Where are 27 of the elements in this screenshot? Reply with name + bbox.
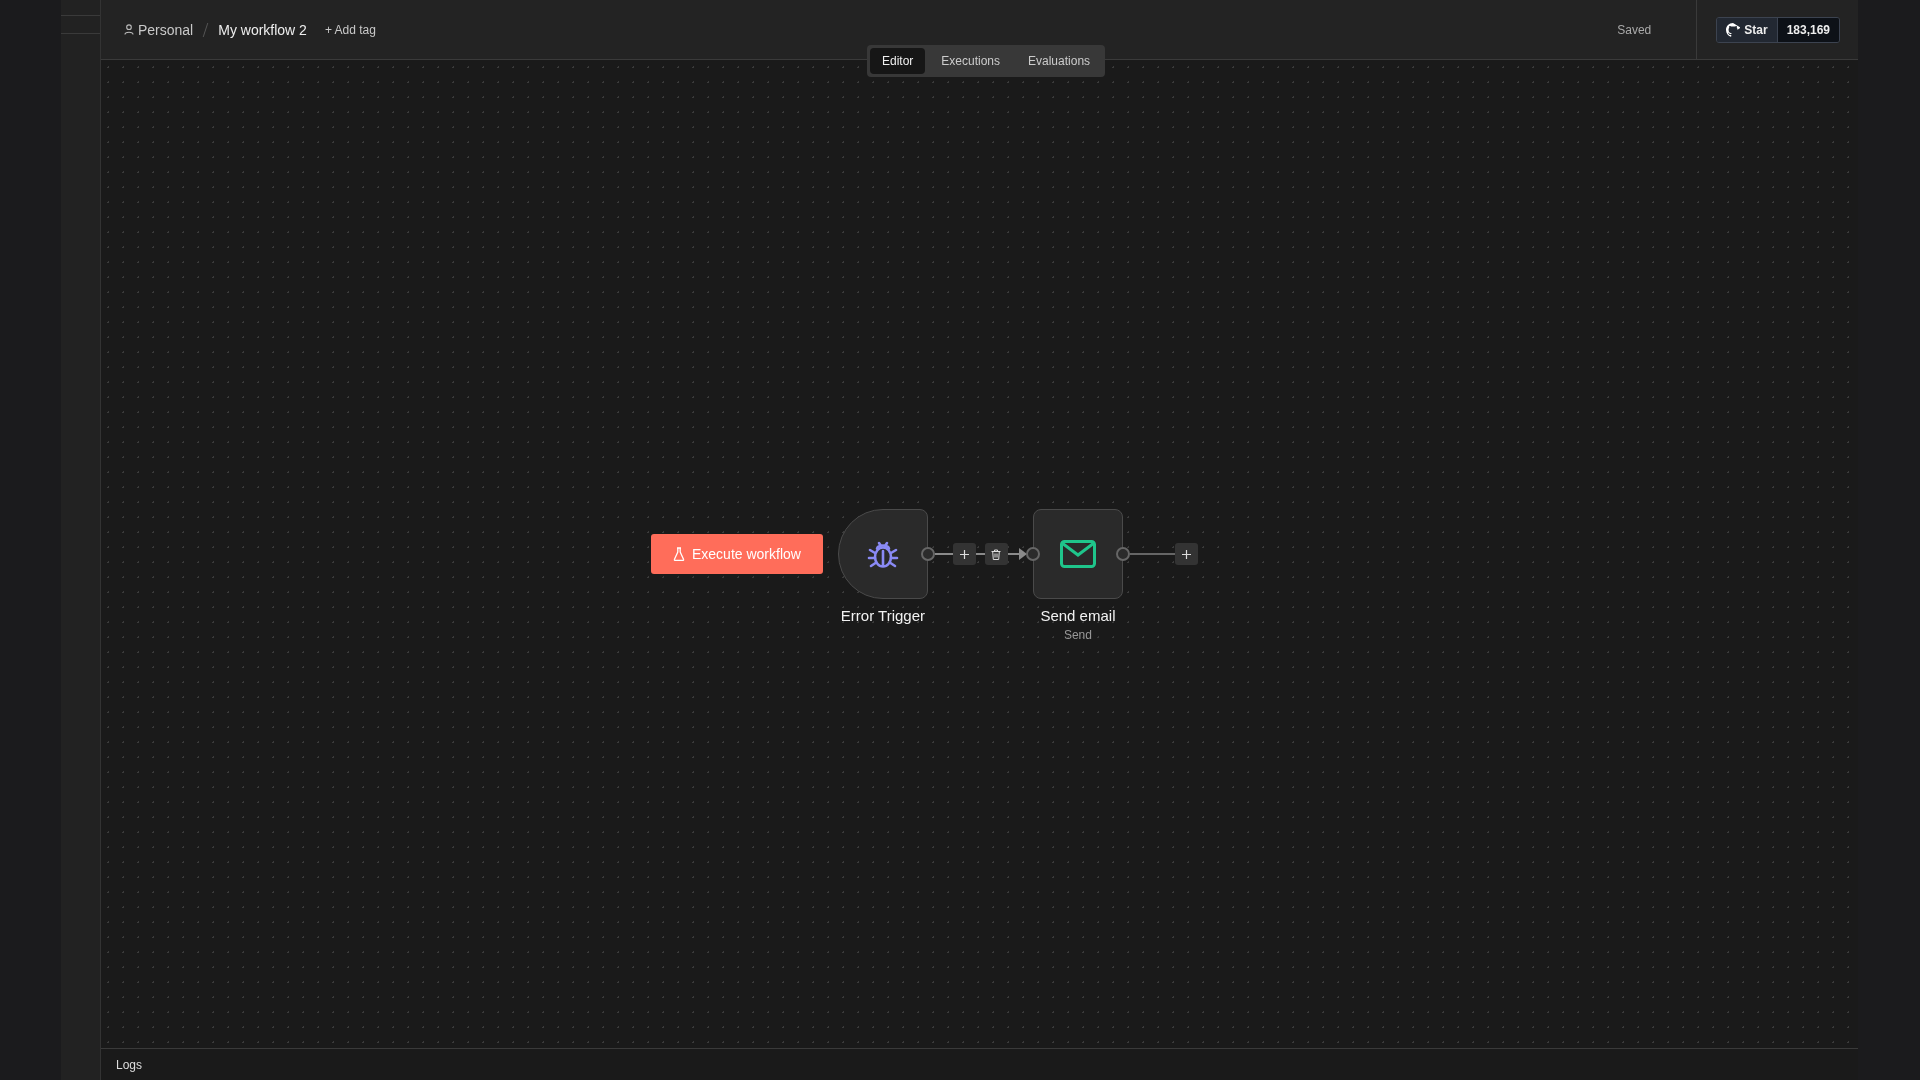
workflow-name[interactable]: My workflow 2 — [218, 21, 307, 38]
node-subtitle: Send — [1063, 628, 1092, 642]
view-tab[interactable]: Executions — [929, 48, 1012, 74]
trigger-node[interactable] — [837, 509, 928, 599]
user-icon — [123, 24, 134, 35]
node-title: Send email — [1040, 607, 1116, 624]
plus-icon — [959, 549, 969, 559]
saved-status: Saved — [1617, 22, 1652, 37]
star-count: 183,169 — [1777, 17, 1840, 42]
input-port[interactable] — [1025, 547, 1040, 561]
delete-connection-button[interactable] — [984, 543, 1008, 565]
trash-icon — [991, 548, 1002, 560]
view-tab[interactable]: Evaluations — [1016, 48, 1103, 74]
envelope-icon — [1059, 540, 1096, 568]
action-node[interactable] — [1032, 509, 1123, 599]
add-tag-link[interactable]: + Add tag — [324, 22, 376, 37]
flask-icon — [673, 547, 685, 561]
add-node-button[interactable] — [952, 543, 976, 565]
add-node-button[interactable] — [1174, 543, 1198, 565]
plus-icon — [1181, 549, 1191, 559]
project-link[interactable]: Personal — [123, 21, 194, 38]
node-title: Error Trigger — [840, 607, 926, 624]
logs-panel-toggle[interactable]: Logs — [115, 1057, 142, 1072]
github-star-widget[interactable]: Star 183,169 — [1716, 16, 1841, 43]
connection-line — [1128, 553, 1176, 555]
github-star-button[interactable]: Star — [1717, 17, 1778, 42]
view-tab[interactable]: Editor — [869, 48, 926, 74]
